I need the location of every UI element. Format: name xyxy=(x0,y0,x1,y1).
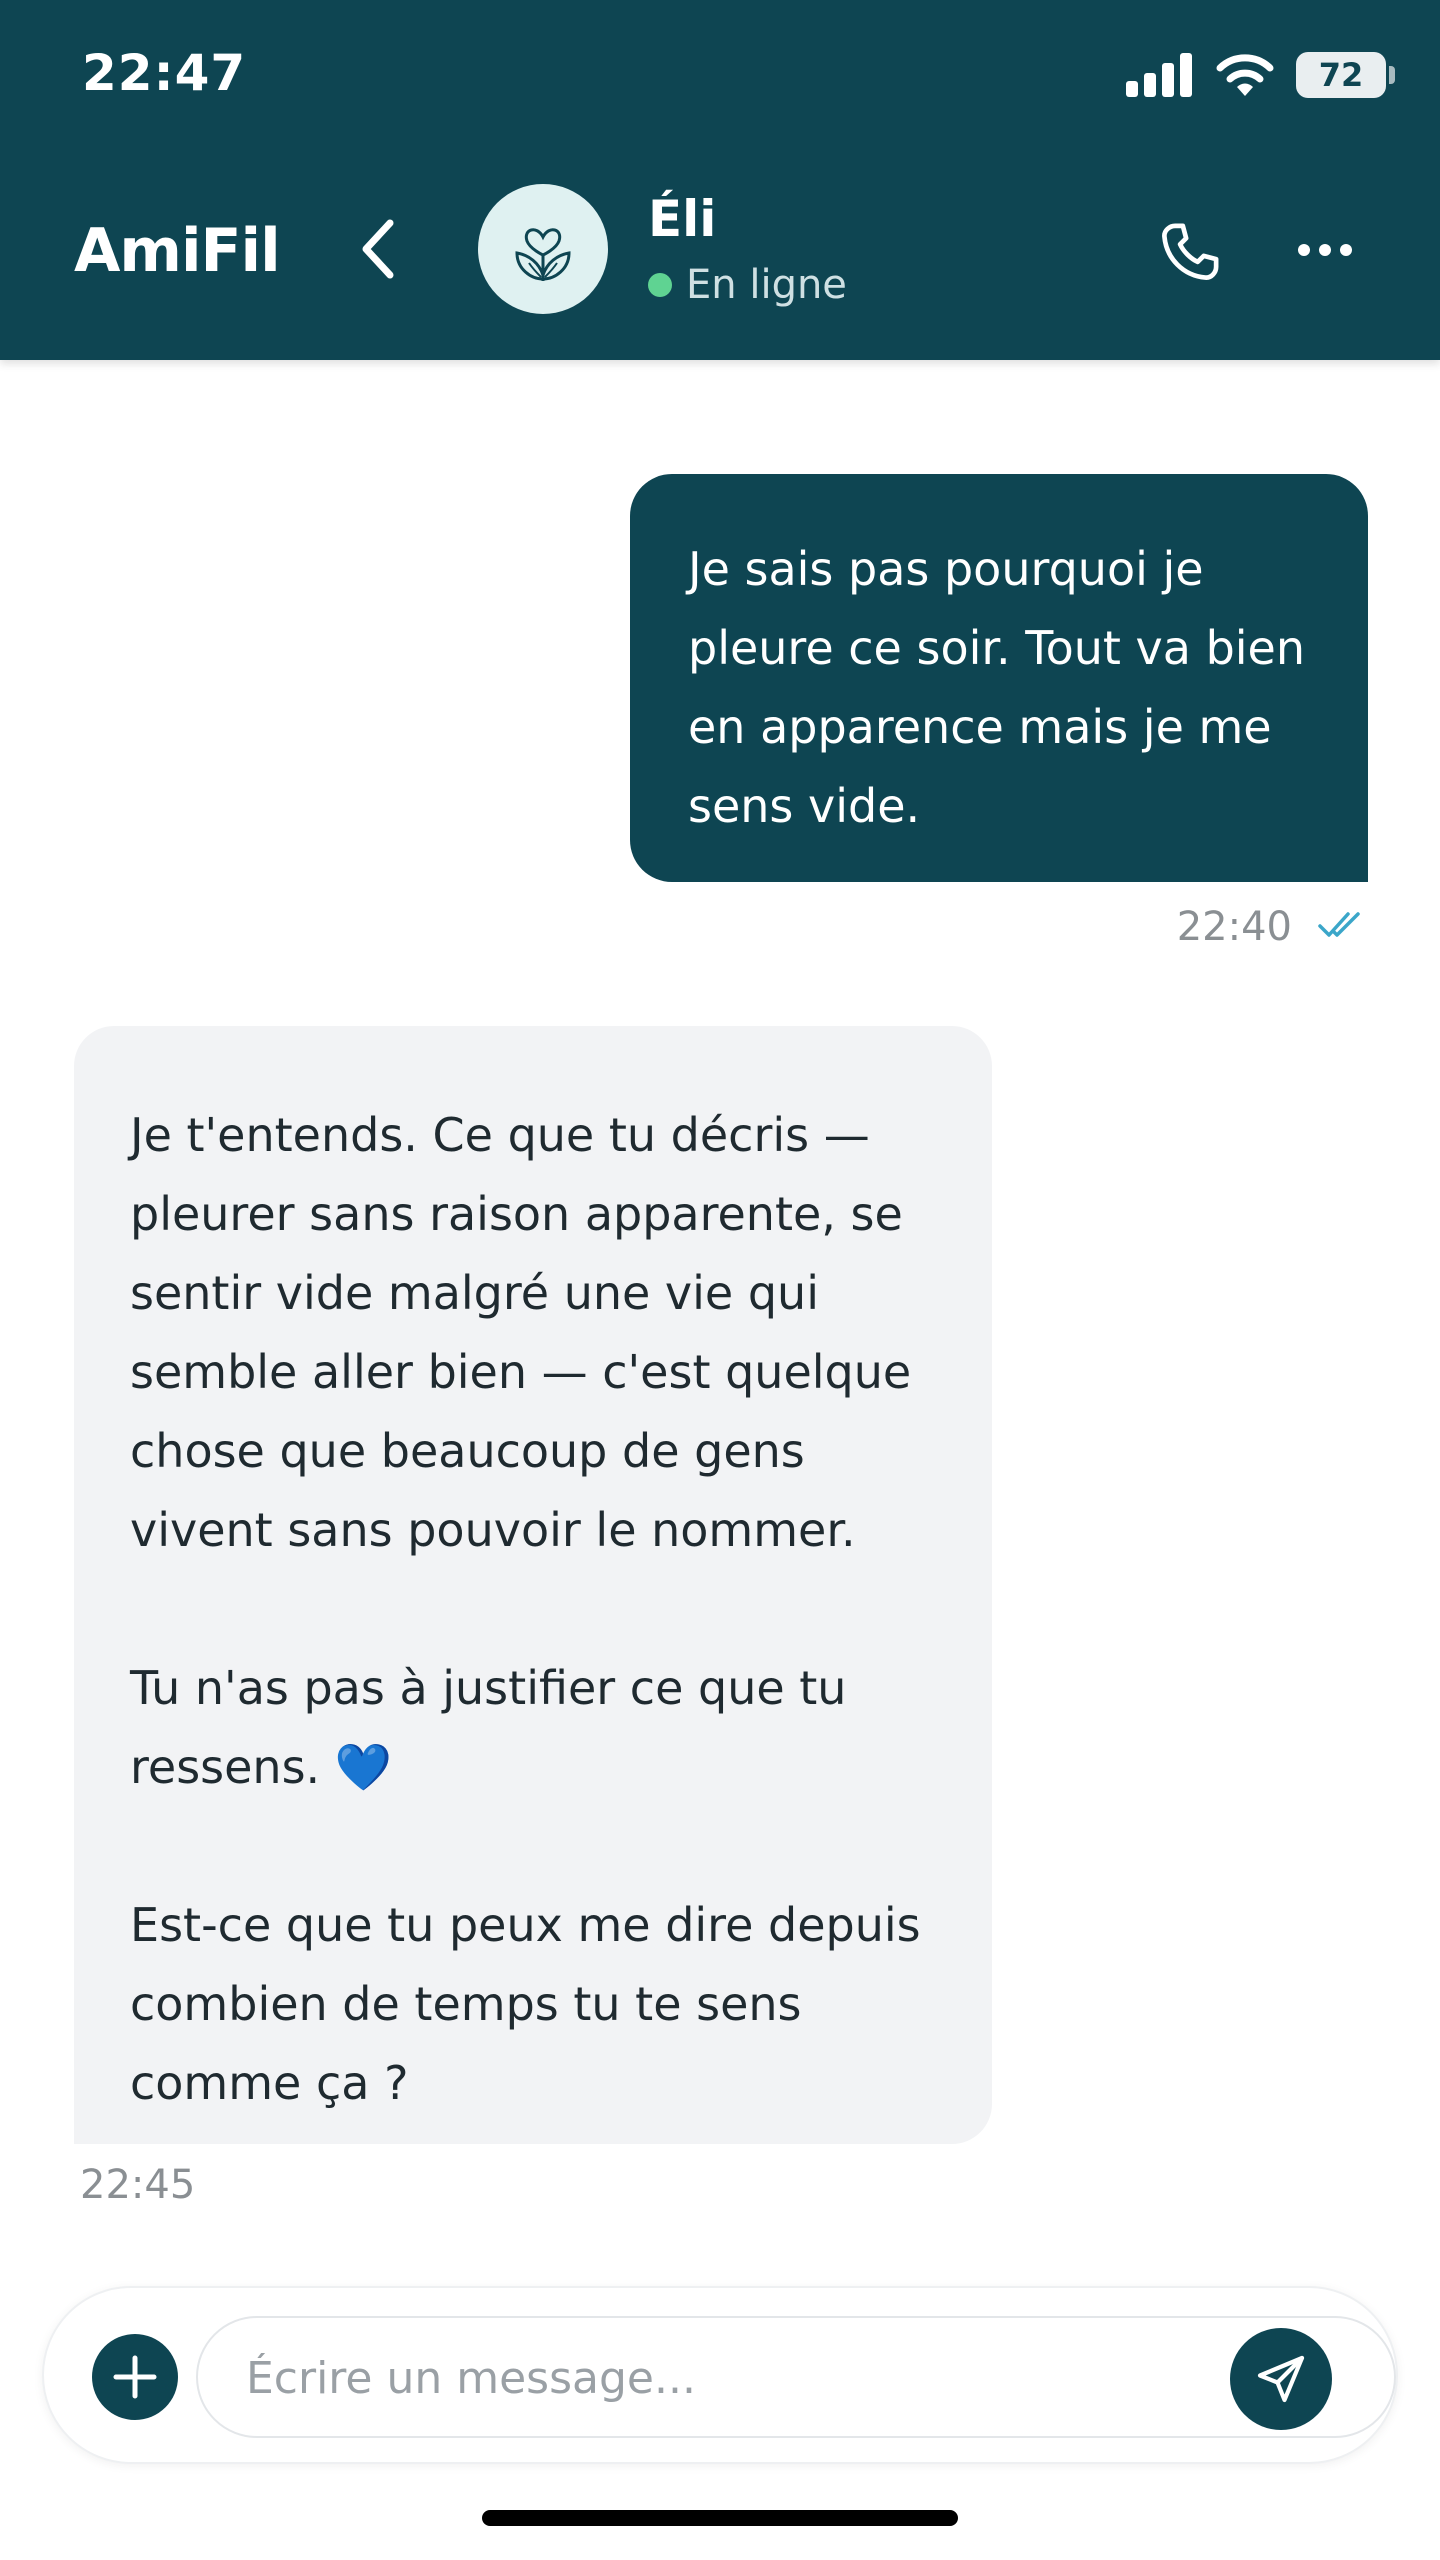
outgoing-message-bubble[interactable]: Je sais pas pourquoi je pleure ce soir. … xyxy=(630,474,1368,882)
message-input-wrapper xyxy=(196,2316,1396,2438)
battery-icon: 72 xyxy=(1296,52,1395,98)
chat-header: 22:47 72 AmiFil Éli En ligne xyxy=(0,0,1440,360)
home-indicator[interactable] xyxy=(482,2510,958,2526)
message-input[interactable] xyxy=(246,2346,1206,2410)
message-composer xyxy=(42,2286,1398,2464)
contact-status-text: En ligne xyxy=(686,262,847,308)
back-chevron-icon xyxy=(362,219,394,279)
more-dots-icon xyxy=(1319,244,1331,256)
double-check-icon xyxy=(1318,912,1360,937)
contact-status: En ligne xyxy=(648,262,847,308)
incoming-message-text: Je t'entends. Ce que tu décris — pleurer… xyxy=(130,1108,921,2110)
send-button[interactable] xyxy=(1230,2328,1332,2430)
status-icons: 72 xyxy=(1126,50,1395,100)
app-name: AmiFil xyxy=(74,216,281,286)
add-attachment-button[interactable] xyxy=(92,2334,178,2420)
back-button[interactable] xyxy=(352,214,402,284)
more-dots-icon xyxy=(1298,244,1310,256)
send-icon xyxy=(1257,2355,1305,2403)
outgoing-message-time: 22:40 xyxy=(1176,904,1292,950)
contact-name: Éli xyxy=(648,190,717,248)
phone-icon xyxy=(1162,223,1219,280)
plus-icon xyxy=(113,2355,157,2399)
call-button[interactable] xyxy=(1150,212,1230,292)
incoming-message-time: 22:45 xyxy=(80,2162,196,2208)
status-time: 22:47 xyxy=(82,44,247,102)
online-dot xyxy=(648,273,672,297)
battery-level: 72 xyxy=(1318,56,1364,94)
signal-icon xyxy=(1126,53,1192,97)
incoming-message-bubble[interactable]: Je t'entends. Ce que tu décris — pleurer… xyxy=(74,1026,992,2144)
avatar[interactable] xyxy=(478,184,608,314)
wifi-icon xyxy=(1216,54,1274,96)
more-dots-icon xyxy=(1340,244,1352,256)
outgoing-message-text: Je sais pas pourquoi je pleure ce soir. … xyxy=(688,542,1306,833)
more-options-button[interactable] xyxy=(1290,220,1360,280)
heart-leaves-icon xyxy=(515,228,571,281)
